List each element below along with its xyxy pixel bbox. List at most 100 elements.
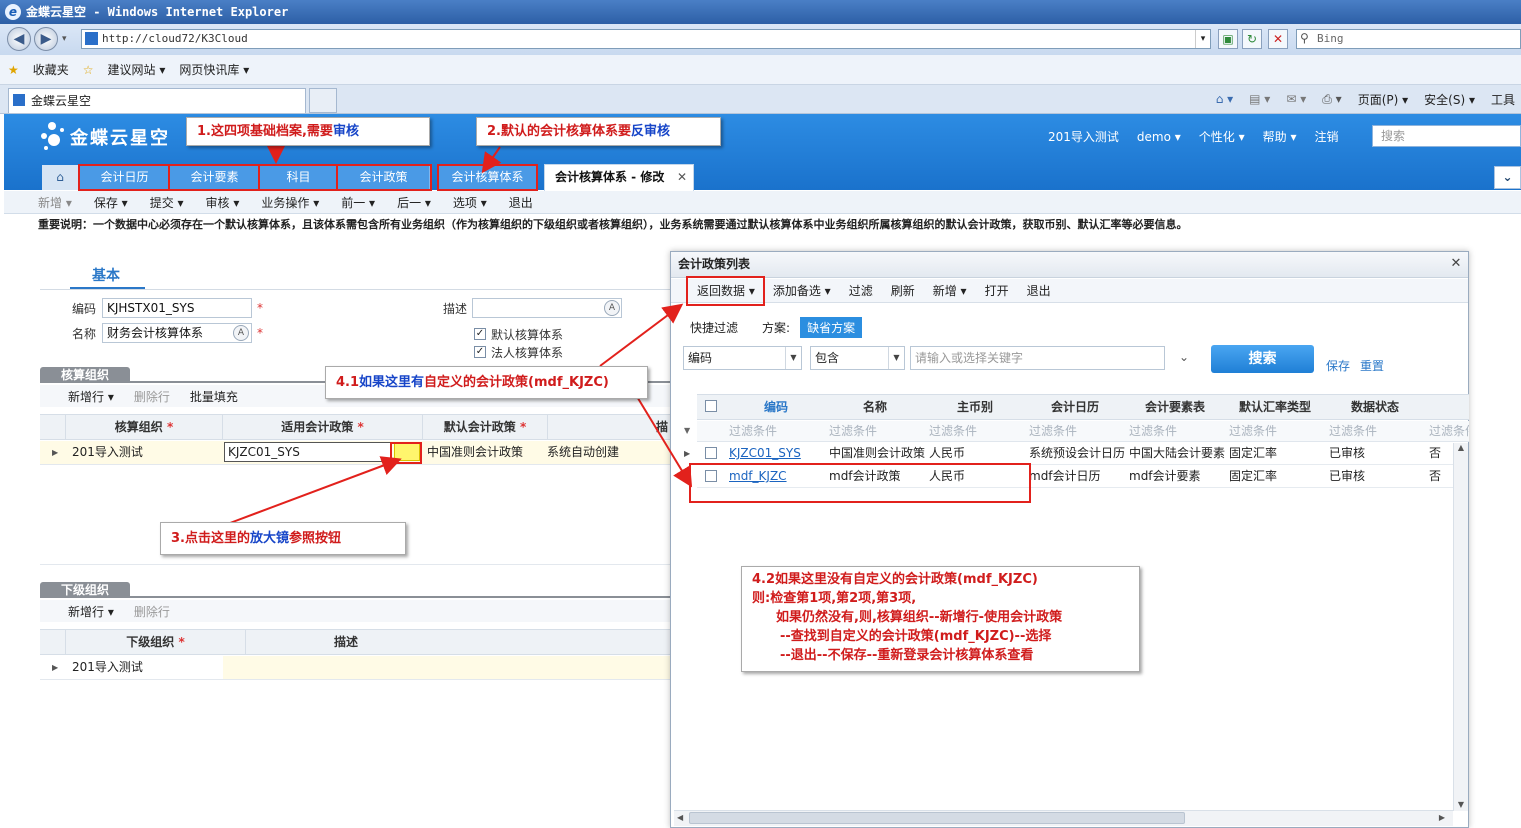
- default-system-checkbox[interactable]: ✓: [474, 328, 486, 340]
- close-tab-icon[interactable]: ✕: [677, 170, 687, 184]
- vertical-scrollbar[interactable]: ▲ ▼: [1453, 443, 1468, 811]
- business-ops-button[interactable]: 业务操作 ▾: [261, 194, 319, 211]
- reset-link[interactable]: 重置: [1360, 357, 1384, 374]
- exit-button[interactable]: 退出: [509, 194, 533, 211]
- name-input[interactable]: 财务会计核算体系: [102, 323, 252, 343]
- page-menu[interactable]: 页面(P) ▾: [1358, 91, 1408, 108]
- filter-cell[interactable]: 过滤条件: [1129, 421, 1221, 441]
- save-button[interactable]: 保存 ▾: [94, 194, 128, 211]
- filter-cell[interactable]: 过滤条件: [929, 421, 1021, 441]
- expand-menu-icon[interactable]: ⌄: [1494, 166, 1521, 189]
- col-accounting-org[interactable]: 核算组织 *: [66, 415, 223, 439]
- col-description[interactable]: 描述: [246, 630, 446, 654]
- delete-row-button[interactable]: 删除行: [134, 388, 170, 405]
- web-slice-link[interactable]: 网页快讯库 ▾: [179, 61, 249, 78]
- mail-icon[interactable]: ✉ ▾: [1286, 92, 1306, 106]
- default-scheme-button[interactable]: 缺省方案: [800, 317, 863, 338]
- code-input[interactable]: KJHSTX01_SYS: [102, 298, 252, 318]
- row-expander-icon[interactable]: ▶: [684, 443, 690, 464]
- expand-filter-icon[interactable]: ⌄: [1179, 350, 1189, 364]
- close-icon[interactable]: ✕: [1449, 257, 1463, 271]
- options-button[interactable]: 选项 ▾: [453, 194, 487, 211]
- row-expander-icon[interactable]: ▶: [52, 441, 58, 464]
- col-code[interactable]: 编码: [727, 395, 825, 419]
- table-row[interactable]: ▶ 201导入测试 KJZC01_SYS 中国准则会计政策 系统自动创建: [40, 441, 670, 465]
- suggested-sites-link[interactable]: 建议网站 ▾: [108, 61, 166, 78]
- col-calendar[interactable]: 会计日历: [1025, 395, 1125, 419]
- cell-code[interactable]: KJZC01_SYS: [729, 443, 825, 464]
- col-status[interactable]: 数据状态: [1325, 395, 1425, 419]
- col-default-policy[interactable]: 默认会计政策 *: [423, 415, 548, 439]
- filter-operator-select[interactable]: 包含 ▼: [810, 346, 905, 370]
- compat-view-icon[interactable]: ▣: [1218, 29, 1238, 49]
- select-all-checkbox[interactable]: [702, 395, 720, 419]
- tab-basic[interactable]: 基本: [70, 265, 145, 289]
- logout-link[interactable]: 注销: [1314, 128, 1338, 145]
- new-button[interactable]: 新增 ▾: [38, 194, 72, 211]
- stop-icon[interactable]: ✕: [1268, 29, 1288, 49]
- org-name[interactable]: 201导入测试: [1048, 128, 1119, 145]
- refresh-icon[interactable]: ↻: [1242, 29, 1262, 49]
- feeds-icon[interactable]: ▤ ▾: [1249, 92, 1270, 106]
- address-dropdown-icon[interactable]: ▾: [1195, 30, 1210, 48]
- scroll-right-icon[interactable]: ▶: [1439, 813, 1445, 822]
- cell-description[interactable]: [223, 656, 670, 679]
- filter-cell[interactable]: 过滤条件: [829, 421, 921, 441]
- filter-cell[interactable]: 过滤条件: [1229, 421, 1321, 441]
- add-alternate-button[interactable]: 添加备选 ▾: [773, 282, 831, 299]
- home-tab[interactable]: ⌂: [42, 165, 78, 190]
- accounting-org-tab[interactable]: 核算组织: [40, 367, 130, 383]
- col-rate-type[interactable]: 默认汇率类型: [1225, 395, 1325, 419]
- favorites-star-icon[interactable]: ★: [8, 63, 19, 77]
- scroll-left-icon[interactable]: ◀: [677, 813, 683, 822]
- history-dropdown-icon[interactable]: ▾: [62, 34, 67, 44]
- help-menu[interactable]: 帮助 ▾: [1263, 128, 1297, 145]
- open-button[interactable]: 打开: [985, 282, 1009, 299]
- tab-accounting-system-edit[interactable]: 会计核算体系 - 修改: [544, 164, 694, 191]
- address-input[interactable]: http://cloud72/K3Cloud: [81, 29, 1211, 49]
- filter-cell[interactable]: 过滤条件: [729, 421, 821, 441]
- new-tab-button[interactable]: [309, 88, 337, 113]
- bing-search-input[interactable]: Bing: [1296, 29, 1521, 49]
- scroll-down-icon[interactable]: ▼: [1454, 800, 1468, 809]
- previous-button[interactable]: 前一 ▾: [341, 194, 375, 211]
- batch-fill-button[interactable]: 批量填充: [190, 388, 238, 405]
- table-row[interactable]: ▶ KJZC01_SYS 中国准则会计政策 人民币 系统预设会计日历 中国大陆会…: [684, 443, 1453, 465]
- col-applicable-policy[interactable]: 适用会计政策 *: [223, 415, 423, 439]
- print-icon[interactable]: ⎙ ▾: [1322, 92, 1341, 107]
- filter-field-select[interactable]: 编码 ▼: [683, 346, 802, 370]
- forward-button[interactable]: ▶: [34, 27, 58, 51]
- filter-button[interactable]: 过滤: [849, 282, 873, 299]
- filter-cell[interactable]: 过滤条件: [1329, 421, 1421, 441]
- personalize-menu[interactable]: 个性化 ▾: [1199, 128, 1245, 145]
- refresh-button[interactable]: 刷新: [891, 282, 915, 299]
- multilang-icon[interactable]: A: [233, 325, 249, 341]
- col-sub-org[interactable]: 下级组织 *: [66, 630, 246, 654]
- desc-input[interactable]: [472, 298, 622, 318]
- keyword-input[interactable]: 请输入或选择关键字: [910, 346, 1165, 370]
- user-dropdown[interactable]: demo ▾: [1137, 130, 1181, 144]
- audit-button[interactable]: 审核 ▾: [206, 194, 240, 211]
- scroll-up-icon[interactable]: ▲: [1454, 443, 1468, 452]
- new-button[interactable]: 新增 ▾: [933, 282, 967, 299]
- exit-button[interactable]: 退出: [1027, 282, 1051, 299]
- search-button[interactable]: 搜索: [1211, 345, 1314, 373]
- tools-menu[interactable]: 工具: [1491, 91, 1515, 108]
- scrollbar-thumb[interactable]: [689, 812, 1185, 824]
- sub-org-tab[interactable]: 下级组织: [40, 582, 130, 598]
- multilang-icon[interactable]: A: [604, 300, 620, 316]
- safety-menu[interactable]: 安全(S) ▾: [1424, 91, 1475, 108]
- legal-system-checkbox[interactable]: ✓: [474, 346, 486, 358]
- col-description[interactable]: 描: [548, 415, 670, 439]
- back-button[interactable]: ◀: [7, 27, 31, 51]
- submit-button[interactable]: 提交 ▾: [150, 194, 184, 211]
- row-checkbox[interactable]: [705, 443, 717, 464]
- next-button[interactable]: 后一 ▾: [397, 194, 431, 211]
- col-currency[interactable]: 主币别: [925, 395, 1025, 419]
- add-row-button[interactable]: 新增行 ▾: [68, 388, 114, 405]
- table-row[interactable]: ▶ 201导入测试: [40, 656, 670, 680]
- col-elements[interactable]: 会计要素表: [1125, 395, 1225, 419]
- col-name[interactable]: 名称: [825, 395, 925, 419]
- favorites-button[interactable]: 收藏夹: [33, 61, 69, 78]
- browser-tab[interactable]: 金蝶云星空: [8, 88, 306, 113]
